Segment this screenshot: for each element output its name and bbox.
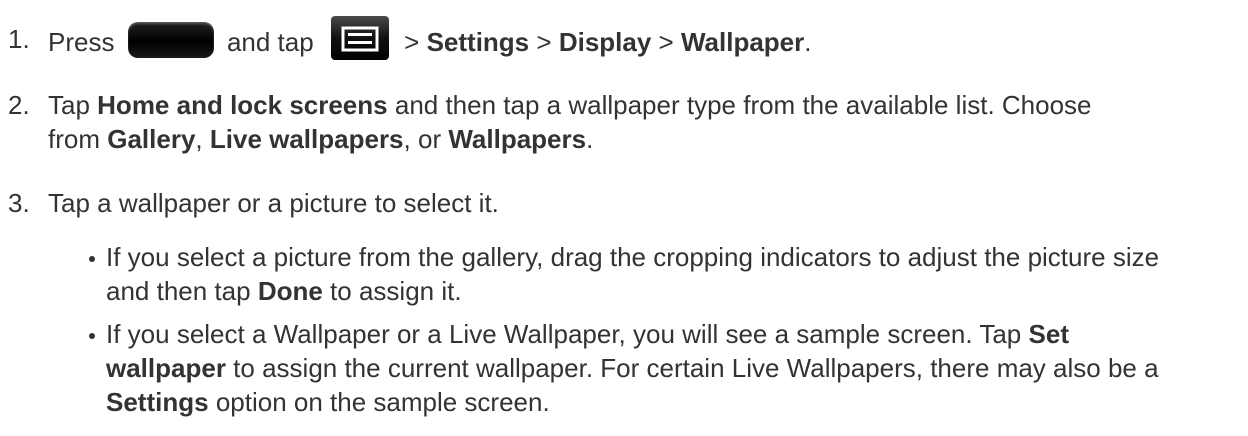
period: . — [586, 124, 594, 154]
text-mid: and then tap a wallpaper type from the a… — [394, 90, 1092, 120]
settings-label: Settings — [426, 26, 530, 57]
separator: > — [536, 26, 552, 57]
wallpaper-label: wallpaper — [106, 353, 226, 383]
text-if-select: If you select a Wallpaper or a Live Wall… — [106, 319, 1022, 349]
text-option: option on the sample screen. — [215, 387, 550, 417]
step-text: Tap a wallpaper or a picture to select i… — [48, 188, 499, 218]
wallpapers-label: Wallpapers — [448, 124, 587, 154]
display-label: Display — [558, 26, 652, 57]
set-label: Set — [1028, 319, 1069, 349]
step-text: Press and tap > Settings > Display > Wal… — [48, 16, 1228, 66]
text-from: from — [48, 124, 100, 154]
bullet-2: If you select a Wallpaper or a Live Wall… — [106, 317, 1236, 419]
bullet-line: If you select a Wallpaper or a Live Wall… — [106, 317, 1236, 351]
separator: > — [658, 26, 674, 57]
text-to-assign-current: to assign the current wallpaper. For cer… — [233, 353, 1159, 383]
settings-label: Settings — [106, 387, 209, 417]
step-number: 3. — [8, 188, 30, 218]
gallery-label: Gallery — [107, 124, 196, 154]
text-or: , or — [403, 124, 442, 154]
text-to-assign: to assign it. — [330, 276, 462, 306]
live-wallpapers-label: Live wallpapers — [209, 124, 404, 154]
step-number: 1. — [8, 24, 30, 54]
separator: > — [404, 26, 420, 57]
menu-key-icon — [330, 16, 389, 60]
text-and-then-tap: and then tap — [106, 276, 251, 306]
bullet-line: If you select a picture from the gallery… — [106, 242, 1160, 272]
home-lock-label: Home and lock screens — [97, 90, 388, 120]
home-key-icon — [127, 22, 214, 58]
bullet-line: and then tap Done to assign it. — [106, 274, 1236, 308]
bullet-1: If you select a picture from the gallery… — [106, 240, 1236, 308]
step-number: 2. — [8, 90, 30, 120]
text-tap: Tap — [48, 90, 90, 120]
step-line: Tap Home and lock screens and then tap a… — [48, 88, 1228, 122]
text-and-tap: and tap — [226, 26, 314, 57]
text-press: Press — [48, 26, 115, 57]
bullet-line: Settings option on the sample screen. — [106, 385, 1236, 419]
done-label: Done — [257, 276, 323, 306]
step-line: from Gallery, Live wallpapers, or Wallpa… — [48, 122, 1228, 156]
period: . — [804, 26, 812, 57]
step-text: Tap Home and lock screens and then tap a… — [48, 88, 1228, 156]
comma: , — [195, 124, 203, 154]
bullet-dot — [89, 333, 95, 339]
wallpaper-label: Wallpaper — [680, 26, 805, 57]
document: 1. Press and tap > Settings > Display > … — [0, 0, 1248, 436]
bullet-line: wallpaper to assign the current wallpape… — [106, 351, 1236, 385]
bullet-dot — [89, 256, 95, 262]
